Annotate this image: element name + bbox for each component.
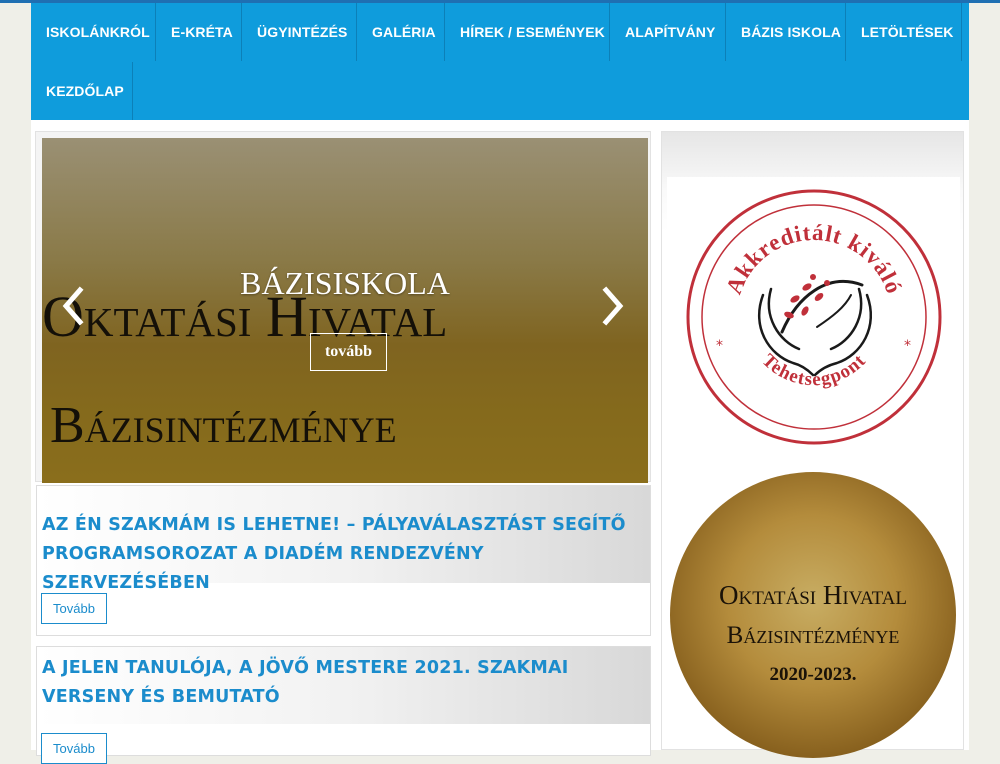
nav-item-iskolankrol[interactable]: ISKOLÁNKRÓL — [31, 3, 156, 61]
svg-text:*: * — [904, 338, 911, 354]
nav-item-galeria[interactable]: GALÉRIA — [357, 3, 445, 61]
article-title[interactable]: AZ ÉN SZAKMÁM IS LEHETNE! – PÁLYAVÁLASZT… — [42, 511, 645, 598]
article-header: AZ ÉN SZAKMÁM IS LEHETNE! – PÁLYAVÁLASZT… — [37, 486, 650, 593]
nav-item-kezdolap[interactable]: KEZDŐLAP — [31, 62, 133, 120]
article-header: A JELEN TANULÓJA, A JÖVŐ MESTERE 2021. S… — [37, 647, 650, 724]
article-card: A JELEN TANULÓJA, A JÖVŐ MESTERE 2021. S… — [36, 646, 651, 764]
article-more-button[interactable]: Tovább — [41, 733, 107, 764]
main-navigation: ISKOLÁNKRÓL E-KRÉTA ÜGYINTÉZÉS GALÉRIA H… — [31, 3, 969, 120]
tehetsegpont-logo: Akkreditált kiváló Tehetségpont * * — [686, 189, 942, 445]
article-title[interactable]: A JELEN TANULÓJA, A JÖVŐ MESTERE 2021. S… — [42, 654, 645, 712]
chevron-left-icon[interactable] — [58, 286, 88, 326]
nav-item-e-kreta[interactable]: E-KRÉTA — [156, 3, 242, 61]
article-more-button[interactable]: Tovább — [41, 593, 107, 624]
slide-more-button[interactable]: tovább — [310, 333, 387, 371]
nav-item-letoltesek[interactable]: LETÖLTÉSEK — [846, 3, 962, 61]
chevron-right-icon[interactable] — [598, 286, 628, 326]
slide-image-text-line2: Bázisintézménye — [50, 397, 397, 454]
medal-text-line2: Bázisintézménye — [726, 622, 900, 649]
svg-text:*: * — [716, 338, 723, 354]
nav-item-ugyintezes[interactable]: ÜGYINTÉZÉS — [242, 3, 357, 61]
nav-item-hirek-esemenyek[interactable]: HÍREK / ESEMÉNYEK — [445, 3, 610, 61]
oh-bazisintezmeny-medal[interactable]: Oktatási Hivatal Bázisintézménye 2020-20… — [670, 472, 956, 758]
medal-text-line3: 2020-2023. — [769, 664, 857, 685]
slide-image: Oktatási Hivatal Bázisintézménye BÁZISIS… — [42, 138, 648, 483]
image-slider: Oktatási Hivatal Bázisintézménye BÁZISIS… — [35, 131, 651, 483]
nav-item-bazis-iskola[interactable]: BÁZIS ISKOLA — [726, 3, 846, 61]
tehetsegpont-badge[interactable]: Akkreditált kiváló Tehetségpont * * — [667, 177, 960, 455]
page-container: ISKOLÁNKRÓL E-KRÉTA ÜGYINTÉZÉS GALÉRIA H… — [31, 3, 969, 764]
sidebar: Akkreditált kiváló Tehetségpont * * Okta… — [661, 131, 964, 758]
slide-caption: BÁZISISKOLA — [240, 265, 450, 301]
nav-item-alapitvany[interactable]: ALAPÍTVÁNY — [610, 3, 726, 61]
article-card: AZ ÉN SZAKMÁM IS LEHETNE! – PÁLYAVÁLASZT… — [36, 485, 651, 636]
medal-text-line1: Oktatási Hivatal — [718, 580, 907, 610]
